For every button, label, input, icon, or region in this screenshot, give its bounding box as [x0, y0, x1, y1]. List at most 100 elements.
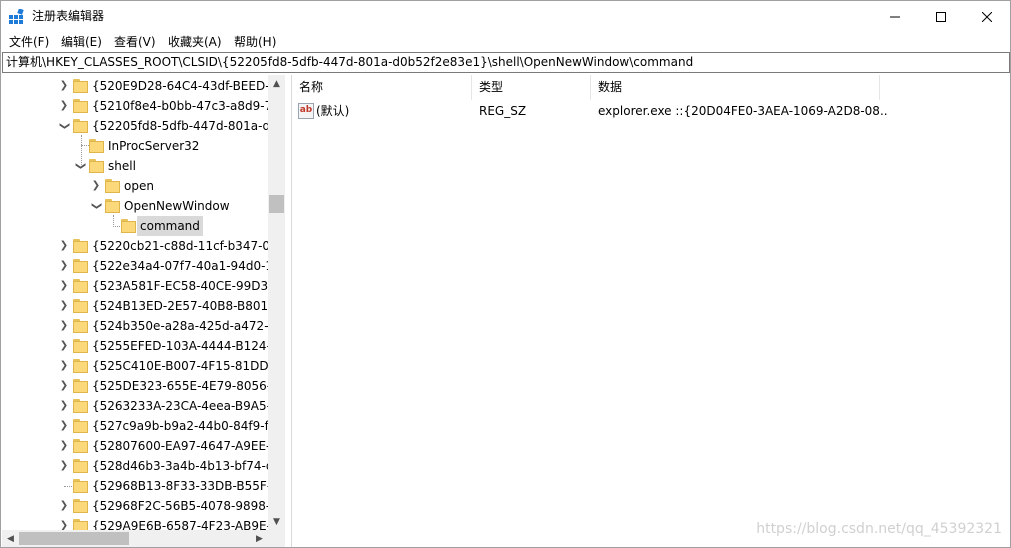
folder-icon [73, 459, 88, 473]
chevron-right-icon[interactable]: ❯ [58, 356, 70, 376]
watermark: https://blog.csdn.net/qq_45392321 [756, 521, 1002, 537]
chevron-right-icon[interactable]: ❯ [58, 296, 70, 316]
tree-item-label: {525DE323-655E-4E79-8056-A [92, 379, 280, 393]
value-type: REG_SZ [479, 104, 527, 118]
address-bar[interactable]: 计算机\HKEY_CLASSES_ROOT\CLSID\{52205fd8-5d… [2, 52, 1010, 73]
tree-item[interactable]: ❯ OpenNewWindow [2, 196, 283, 216]
scroll-left-icon[interactable]: ◀ [2, 530, 19, 547]
tree-item[interactable]: ❯ {523A581F-EC58-40CE-99D3-3 [2, 276, 283, 296]
menu-bar: 文件(F) 编辑(E) 查看(V) 收藏夹(A) 帮助(H) [1, 32, 1010, 52]
maximize-button[interactable] [918, 1, 964, 32]
tree-item-label: {5220cb21-c88d-11cf-b347-00 [92, 239, 278, 253]
folder-icon [73, 419, 88, 433]
scroll-right-icon[interactable]: ▶ [251, 530, 268, 547]
scrollbar-thumb[interactable] [19, 532, 129, 545]
tree-item-selected[interactable]: command [2, 216, 283, 236]
tree-connector [64, 486, 72, 487]
close-button[interactable] [964, 1, 1010, 32]
tree-item-label: {52968F2C-56B5-4078-9898-EA [92, 499, 284, 513]
tree-item-label: {5255EFED-103A-4444-B124-F8 [92, 339, 284, 353]
tree-item[interactable]: ❯ {527c9a9b-b9a2-44b0-84f9-f0 [2, 416, 283, 436]
folder-icon [73, 339, 88, 353]
tree-item[interactable]: ❯ shell [2, 156, 283, 176]
tree-item[interactable]: ❯ {5255EFED-103A-4444-B124-F8 [2, 336, 284, 356]
maximize-icon [936, 11, 946, 22]
tree-item-label: {524B13ED-2E57-40B8-B801-5 [92, 299, 281, 313]
folder-icon [73, 299, 88, 313]
chevron-right-icon[interactable]: ❯ [58, 256, 70, 276]
tree-item[interactable]: ❯ {5220cb21-c88d-11cf-b347-00 [2, 236, 283, 256]
menu-edit[interactable]: 编辑(E) [60, 34, 103, 50]
tree-item[interactable]: ❯ {5263233A-23CA-4eea-B9A5-2 [2, 396, 283, 416]
tree-item[interactable]: ❯ {524B13ED-2E57-40B8-B801-5 [2, 296, 283, 316]
chevron-right-icon[interactable]: ❯ [90, 176, 102, 196]
tree-item-label: {524b350e-a28a-425d-a472-c9 [92, 319, 283, 333]
tree-item[interactable]: ❯ {528d46b3-3a4b-4b13-bf74-d9 [2, 456, 283, 476]
folder-icon [73, 279, 88, 293]
tree-item[interactable]: ❯ {525DE323-655E-4E79-8056-A [2, 376, 283, 396]
chevron-right-icon[interactable]: ❯ [58, 336, 70, 356]
tree-item-label: {525C410E-B007-4F15-81DD-4 [92, 359, 281, 373]
tree-item-label: {5210f8e4-b0bb-47c3-a8d9-7b [92, 99, 280, 113]
tree-item[interactable]: ❯ {5210f8e4-b0bb-47c3-a8d9-7b [2, 96, 283, 116]
folder-icon [105, 179, 120, 193]
chevron-right-icon[interactable]: ❯ [58, 436, 70, 456]
menu-favorites[interactable]: 收藏夹(A) [167, 34, 223, 50]
tree-item[interactable]: ❯ {522e34a4-07f7-40a1-94d0-1b [2, 256, 283, 276]
chevron-down-icon[interactable]: ❯ [54, 120, 74, 132]
tree-item-label: {523A581F-EC58-40CE-99D3-3 [92, 279, 281, 293]
tree-item[interactable]: ❯ {52205fd8-5dfb-447d-801a-d0 [2, 116, 283, 136]
scrollbar-thumb[interactable] [269, 195, 284, 213]
chevron-right-icon[interactable]: ❯ [58, 96, 70, 116]
scroll-corner [268, 530, 285, 547]
address-path[interactable]: 计算机\HKEY_CLASSES_ROOT\CLSID\{52205fd8-5d… [6, 55, 693, 70]
tree-item[interactable]: ❯ open [2, 176, 283, 196]
registry-editor-window: 注册表编辑器 文件(F) 编辑(E) 查看(V) 收藏夹(A) 帮助(H) 计算… [0, 0, 1011, 548]
minimize-button[interactable] [872, 1, 918, 32]
chevron-right-icon[interactable]: ❯ [58, 416, 70, 436]
folder-icon [73, 439, 88, 453]
tree-item[interactable]: ❯ {524b350e-a28a-425d-a472-c9 [2, 316, 283, 336]
chevron-right-icon[interactable]: ❯ [58, 276, 70, 296]
close-icon [982, 11, 992, 22]
chevron-right-icon[interactable]: ❯ [58, 496, 70, 516]
folder-icon [73, 379, 88, 393]
column-header-data[interactable]: 数据 [591, 75, 880, 100]
column-header-name[interactable]: 名称 [292, 75, 472, 100]
values-list[interactable]: 名称 类型 数据 ab (默认) REG_SZ explorer.exe ::{… [291, 75, 1010, 547]
tree-item[interactable]: ❯ {52807600-EA97-4647-A9EE-5E [2, 436, 283, 456]
folder-icon [73, 479, 88, 493]
chevron-right-icon[interactable]: ❯ [58, 316, 70, 336]
menu-help[interactable]: 帮助(H) [233, 34, 277, 50]
folder-icon [73, 259, 88, 273]
title-bar[interactable]: 注册表编辑器 [1, 1, 1010, 32]
chevron-right-icon[interactable]: ❯ [58, 376, 70, 396]
chevron-down-icon[interactable]: ❯ [70, 160, 90, 172]
tree-horizontal-scrollbar[interactable]: ◀ ▶ [2, 530, 268, 547]
tree-item[interactable]: {52968B13-8F33-33DB-B55F-EE [2, 476, 284, 496]
key-tree[interactable]: ❯ {520E9D28-64C4-43df-BEED-0 ❯ {5210f8e4… [2, 75, 284, 547]
tree-vertical-scrollbar[interactable]: ▲ ▼ [268, 75, 285, 530]
menu-file[interactable]: 文件(F) [8, 34, 50, 50]
folder-icon [73, 119, 88, 133]
scroll-down-icon[interactable]: ▼ [268, 513, 285, 530]
tree-item[interactable]: ❯ {525C410E-B007-4F15-81DD-4 [2, 356, 283, 376]
menu-view[interactable]: 查看(V) [113, 34, 157, 50]
tree-item[interactable]: ❯ {520E9D28-64C4-43df-BEED-0 [2, 76, 283, 96]
folder-icon [73, 239, 88, 253]
tree-item-label: {5263233A-23CA-4eea-B9A5-2 [92, 399, 279, 413]
chevron-right-icon[interactable]: ❯ [58, 236, 70, 256]
chevron-right-icon[interactable]: ❯ [58, 396, 70, 416]
chevron-down-icon[interactable]: ❯ [86, 200, 106, 212]
chevron-right-icon[interactable]: ❯ [58, 456, 70, 476]
value-row[interactable]: ab (默认) REG_SZ explorer.exe ::{20D04FE0-… [292, 101, 1011, 121]
scroll-up-icon[interactable]: ▲ [268, 75, 285, 92]
column-header-type[interactable]: 类型 [472, 75, 591, 100]
folder-icon [121, 219, 136, 233]
chevron-right-icon[interactable]: ❯ [58, 76, 70, 96]
folder-icon [73, 79, 88, 93]
tree-item[interactable]: InProcServer32 [2, 136, 283, 156]
tree-item-label: {52968B13-8F33-33DB-B55F-EE [92, 479, 284, 493]
tree-item[interactable]: ❯ {52968F2C-56B5-4078-9898-EA [2, 496, 284, 516]
minimize-icon [890, 16, 900, 17]
